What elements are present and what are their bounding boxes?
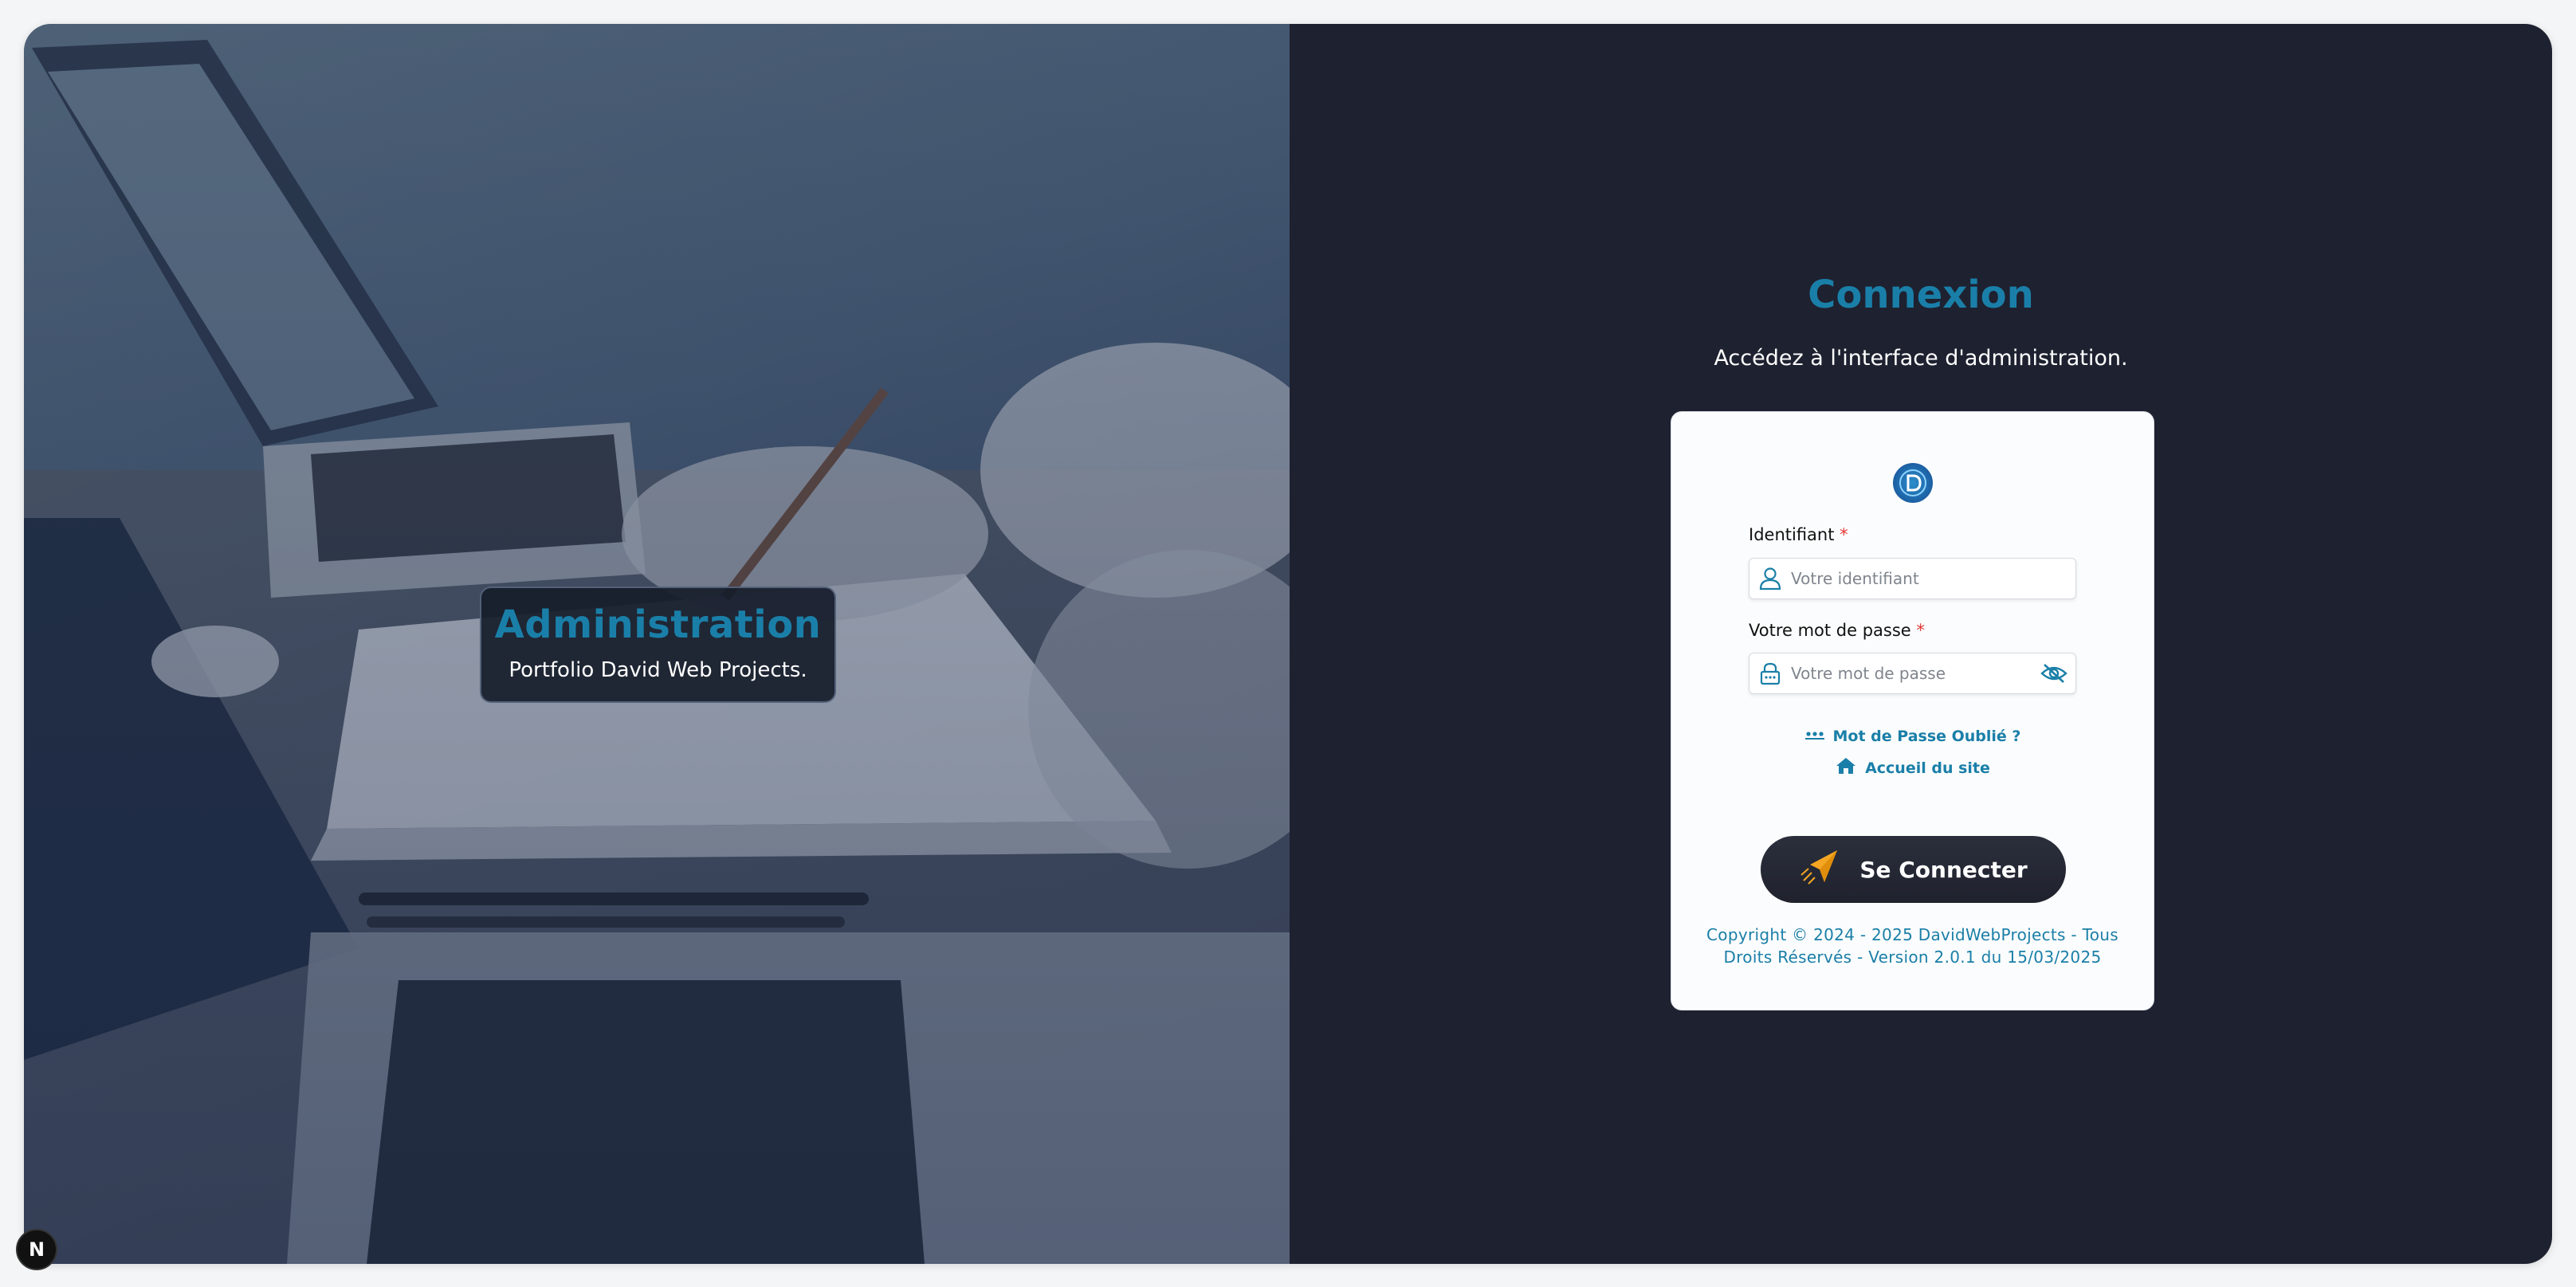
paper-plane-icon — [1799, 849, 1839, 891]
username-field[interactable] — [1749, 558, 2076, 599]
page-subtitle: Accédez à l'interface d'administration. — [1714, 346, 2128, 371]
password-input[interactable] — [1786, 664, 2036, 683]
login-panel: Connexion Accédez à l'interface d'admini… — [1290, 24, 2552, 1264]
home-icon — [1835, 756, 1857, 779]
home-link-text[interactable]: Accueil du site — [1865, 759, 1990, 777]
login-form-card: Identifiant * Votre mot de passe * — [1671, 411, 2154, 1010]
login-button-label: Se Connecter — [1859, 856, 2028, 883]
admin-caption-card: Administration Portfolio David Web Proje… — [480, 587, 836, 703]
password-field[interactable] — [1749, 653, 2076, 694]
username-input[interactable] — [1786, 569, 2075, 588]
login-button[interactable]: Se Connecter — [1761, 836, 2066, 903]
admin-title: Administration — [494, 602, 822, 647]
hero-image-panel: Administration Portfolio David Web Proje… — [24, 24, 1290, 1264]
lock-icon — [1754, 661, 1786, 685]
dev-tools-badge[interactable]: N — [16, 1229, 57, 1270]
forgot-password-text[interactable]: Mot de Passe Oublié ? — [1833, 728, 2021, 745]
required-mark: * — [1840, 525, 1848, 544]
forgot-password-link[interactable]: Mot de Passe Oublié ? — [1671, 728, 2154, 745]
copyright-text: Copyright © 2024 - 2025 DavidWebProjects… — [1706, 925, 2119, 967]
password-dots-icon — [1804, 728, 1825, 745]
home-link[interactable]: Accueil du site — [1671, 756, 2154, 779]
page-title: Connexion — [1808, 273, 2034, 317]
logo-d-icon — [1893, 463, 1933, 503]
username-label: Identifiant * — [1749, 525, 1848, 544]
admin-subtitle: Portfolio David Web Projects. — [509, 658, 807, 682]
login-window: Administration Portfolio David Web Proje… — [24, 24, 2552, 1264]
password-label: Votre mot de passe * — [1749, 621, 1925, 640]
required-mark: * — [1916, 621, 1925, 640]
user-icon — [1754, 567, 1786, 591]
eye-off-icon[interactable] — [2036, 662, 2072, 685]
